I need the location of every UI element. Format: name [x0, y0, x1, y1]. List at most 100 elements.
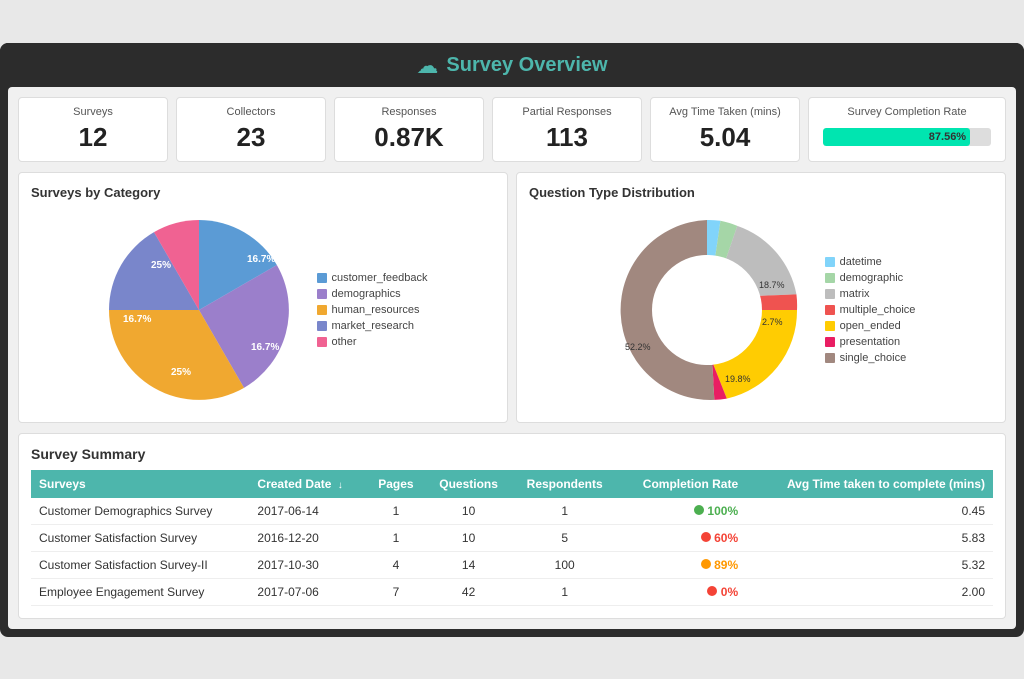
cell-date: 2016-12-20 [249, 524, 366, 551]
surveys-by-category-card: Surveys by Category 16.7% [18, 172, 508, 423]
stat-label-collectors: Collectors [227, 106, 276, 118]
app-container: ☁ Survey Overview Surveys 12 Collectors … [0, 43, 1024, 637]
cell-respondents: 5 [512, 524, 618, 551]
legend-label-demographic: demographic [840, 272, 904, 284]
cell-survey-name: Customer Demographics Survey [31, 498, 249, 525]
svg-text:19.8%: 19.8% [725, 374, 751, 384]
question-type-title: Question Type Distribution [529, 185, 993, 200]
legend-label-open-ended: open_ended [840, 320, 901, 332]
col-header-avgtime: Avg Time taken to complete (mins) [746, 470, 993, 498]
stat-card-partial: Partial Responses 113 [492, 97, 642, 162]
legend-label-other: other [332, 336, 357, 348]
table-row[interactable]: Customer Satisfaction Survey-II 2017-10-… [31, 551, 993, 578]
cell-respondents: 1 [512, 498, 618, 525]
legend-label-single-choice: single_choice [840, 352, 907, 364]
svg-text:2.7%: 2.7% [762, 317, 783, 327]
stat-value-collectors: 23 [237, 122, 266, 153]
donut-legend: datetime demographic matrix multipl [825, 256, 916, 364]
legend-label-demographics: demographics [332, 288, 401, 300]
cell-date: 2017-07-06 [249, 578, 366, 605]
cell-questions: 10 [426, 524, 512, 551]
page-title: Survey Overview [446, 54, 607, 77]
cell-questions: 10 [426, 498, 512, 525]
completion-pct: 100% [707, 504, 738, 518]
donut-chart: 18.7% 2.7% 19.8% 52.2% [607, 210, 807, 410]
cell-pages: 1 [366, 498, 425, 525]
table-row[interactable]: Customer Satisfaction Survey 2016-12-20 … [31, 524, 993, 551]
stat-value-surveys: 12 [79, 122, 108, 153]
cell-questions: 42 [426, 578, 512, 605]
col-header-completion: Completion Rate [618, 470, 746, 498]
legend-item-market-research: market_research [317, 320, 428, 332]
legend-item-presentation: presentation [825, 336, 916, 348]
legend-item-datetime: datetime [825, 256, 916, 268]
svg-text:18.7%: 18.7% [759, 280, 785, 290]
cell-respondents: 1 [512, 578, 618, 605]
stat-value-responses: 0.87K [374, 122, 443, 153]
pie-legend: customer_feedback demographics human_res… [317, 272, 428, 348]
legend-color-datetime [825, 257, 835, 267]
cell-survey-name: Customer Satisfaction Survey-II [31, 551, 249, 578]
legend-color-demographic [825, 273, 835, 283]
table-row[interactable]: Employee Engagement Survey 2017-07-06 7 … [31, 578, 993, 605]
legend-item-demographic: demographic [825, 272, 916, 284]
main-content: Surveys 12 Collectors 23 Responses 0.87K… [8, 87, 1016, 629]
cell-pages: 1 [366, 524, 425, 551]
stat-card-avgtime: Avg Time Taken (mins) 5.04 [650, 97, 800, 162]
legend-color-single-choice [825, 353, 835, 363]
table-row[interactable]: Customer Demographics Survey 2017-06-14 … [31, 498, 993, 525]
legend-item-demographics: demographics [317, 288, 428, 300]
question-type-card: Question Type Distribution [516, 172, 1006, 423]
survey-table-body: Customer Demographics Survey 2017-06-14 … [31, 498, 993, 606]
stat-card-completion: Survey Completion Rate 87.56% [808, 97, 1006, 162]
cell-survey-name: Customer Satisfaction Survey [31, 524, 249, 551]
col-header-surveys: Surveys [31, 470, 249, 498]
svg-text:52.2%: 52.2% [625, 342, 651, 352]
cell-completion: 0% [618, 578, 746, 605]
legend-label-market: market_research [332, 320, 415, 332]
svg-text:16.7%: 16.7% [123, 314, 151, 325]
legend-color-presentation [825, 337, 835, 347]
title-bar: ☁ Survey Overview [0, 43, 1024, 87]
legend-item-multiple-choice: multiple_choice [825, 304, 916, 316]
legend-color-hr [317, 305, 327, 315]
completion-dot [701, 559, 711, 569]
charts-row: Surveys by Category 16.7% [18, 172, 1006, 423]
cell-respondents: 100 [512, 551, 618, 578]
col-header-questions: Questions [426, 470, 512, 498]
cell-avgtime: 5.83 [746, 524, 993, 551]
stat-label-avgtime: Avg Time Taken (mins) [669, 106, 780, 118]
cell-avgtime: 0.45 [746, 498, 993, 525]
stat-label-partial: Partial Responses [522, 106, 611, 118]
completion-dot [694, 505, 704, 515]
legend-label-matrix: matrix [840, 288, 870, 300]
stat-value-partial: 113 [546, 122, 588, 153]
legend-color-multiple-choice [825, 305, 835, 315]
stat-label-surveys: Surveys [73, 106, 113, 118]
legend-color-market [317, 321, 327, 331]
stat-card-collectors: Collectors 23 [176, 97, 326, 162]
stat-label-completion: Survey Completion Rate [847, 106, 966, 118]
legend-item-human-resources: human_resources [317, 304, 428, 316]
summary-title: Survey Summary [31, 446, 993, 462]
cell-avgtime: 5.32 [746, 551, 993, 578]
col-header-pages: Pages [366, 470, 425, 498]
cell-avgtime: 2.00 [746, 578, 993, 605]
completion-pct: 0% [721, 585, 738, 599]
cell-date: 2017-06-14 [249, 498, 366, 525]
surveys-by-category-content: 16.7% 16.7% 25% 16.7% 25% customer_feedb… [31, 210, 495, 410]
stat-value-avgtime: 5.04 [700, 122, 751, 153]
summary-card: Survey Summary Surveys Created Date ↓ Pa… [18, 433, 1006, 619]
question-type-content: 18.7% 2.7% 19.8% 52.2% datetime demograp… [529, 210, 993, 410]
legend-item-customer-feedback: customer_feedback [317, 272, 428, 284]
completion-bar-fill: 87.56% [823, 128, 970, 146]
legend-label-datetime: datetime [840, 256, 882, 268]
cell-pages: 7 [366, 578, 425, 605]
svg-text:25%: 25% [171, 367, 191, 378]
cell-completion: 89% [618, 551, 746, 578]
completion-bar-wrapper: 87.56% [823, 122, 991, 146]
stat-label-responses: Responses [381, 106, 436, 118]
col-header-respondents: Respondents [512, 470, 618, 498]
cell-date: 2017-10-30 [249, 551, 366, 578]
col-header-date[interactable]: Created Date ↓ [249, 470, 366, 498]
